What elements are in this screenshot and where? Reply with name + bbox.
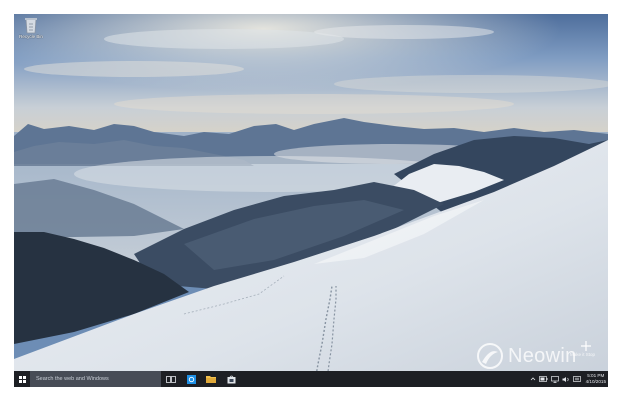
system-tray: 5:01 PM 4/10/2015 [530, 371, 606, 387]
neowin-logo [477, 343, 503, 369]
network-icon[interactable] [550, 375, 559, 383]
taskbar: Search the web and Windows 5:01 PM 4/10/… [14, 371, 608, 387]
search-placeholder: Search the web and Windows [36, 376, 109, 382]
windows-logo-icon [18, 375, 26, 383]
clock-date: 4/10/2015 [585, 379, 606, 384]
recycle-bin-icon [25, 18, 37, 34]
browser-icon [186, 374, 196, 384]
desktop[interactable]: Recycle Bin Make it Stop Neowin Search t… [14, 14, 608, 387]
file-explorer-button[interactable] [201, 371, 221, 387]
notifications-icon[interactable] [572, 375, 581, 383]
desktop-icon-recycle-bin[interactable]: Recycle Bin [16, 16, 46, 48]
volume-icon[interactable] [562, 376, 570, 383]
watermark-text: Neowin [508, 344, 577, 367]
folder-icon [206, 376, 216, 383]
battery-icon[interactable] [538, 376, 548, 382]
desktop-icon-label: Recycle Bin [19, 34, 43, 39]
start-button[interactable] [14, 371, 30, 387]
clock[interactable]: 5:01 PM 4/10/2015 [586, 373, 606, 385]
chevron-up-icon[interactable] [530, 376, 536, 382]
neowin-watermark: Neowin [476, 341, 577, 371]
task-view-icon [166, 375, 176, 383]
task-view-button[interactable] [161, 371, 181, 387]
plus-icon [581, 341, 591, 351]
desktop-wallpaper [14, 14, 608, 387]
edge-button[interactable] [181, 371, 201, 387]
search-box[interactable]: Search the web and Windows [30, 371, 161, 387]
store-icon [227, 375, 235, 383]
store-button[interactable] [221, 371, 241, 387]
